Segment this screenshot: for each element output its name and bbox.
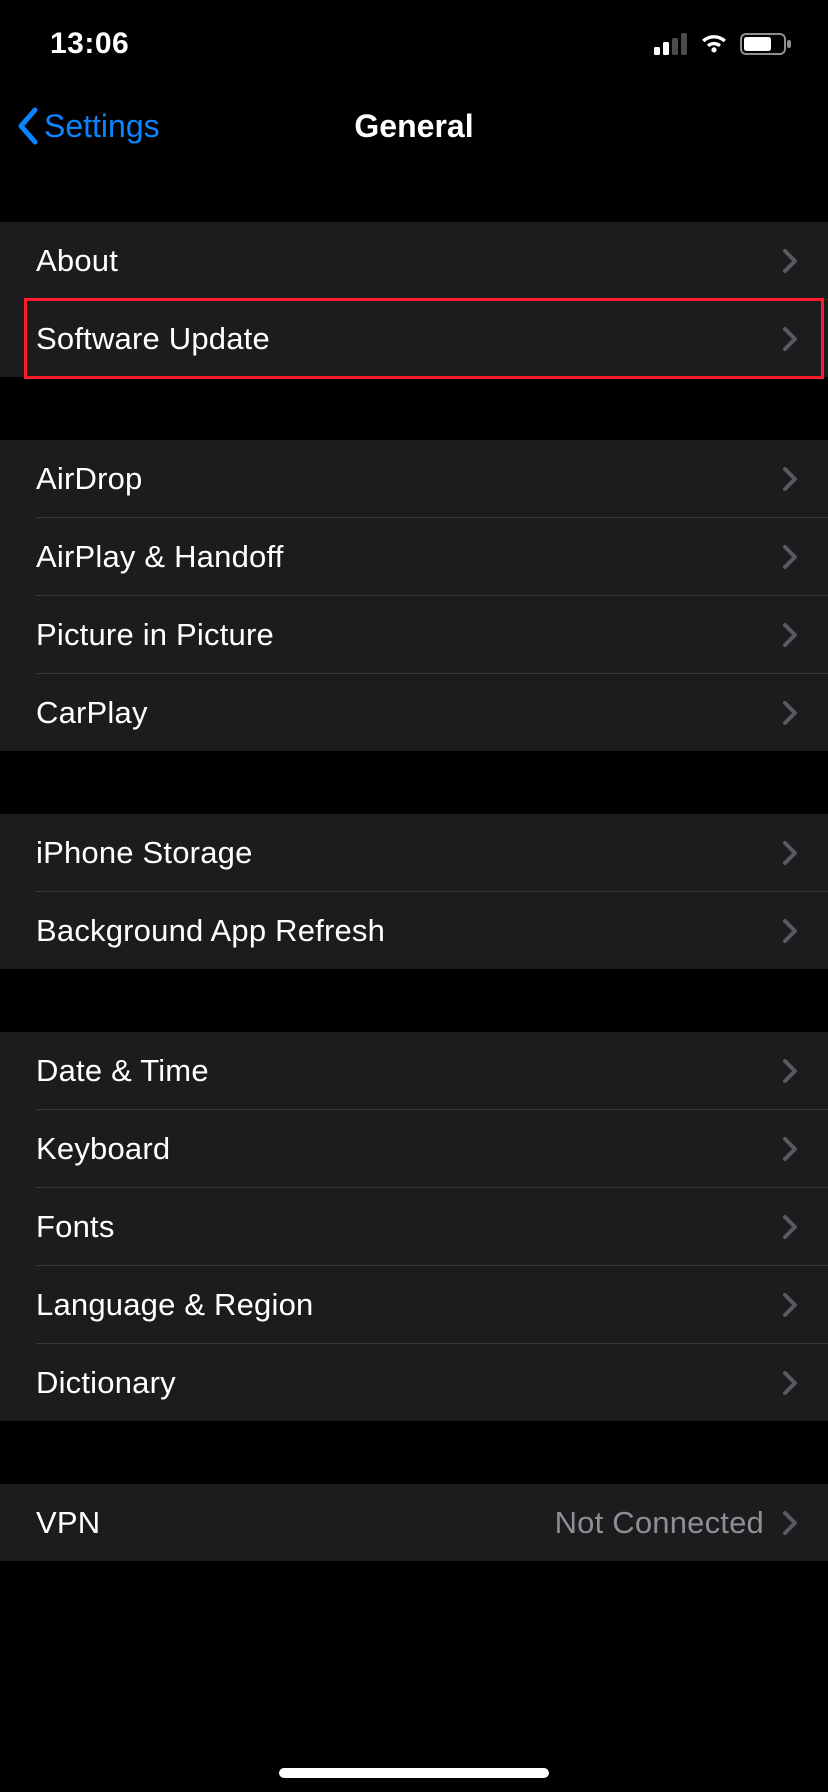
status-right (654, 32, 792, 56)
row-label: iPhone Storage (36, 835, 782, 871)
group-gap (0, 164, 828, 222)
row-label: Picture in Picture (36, 617, 782, 653)
settings-group: About Software Update (0, 222, 828, 377)
row-airplay-handoff[interactable]: AirPlay & Handoff (0, 518, 828, 595)
status-time: 13:06 (50, 27, 129, 61)
row-label: Background App Refresh (36, 913, 782, 949)
chevron-right-icon (782, 1292, 798, 1318)
chevron-right-icon (782, 1214, 798, 1240)
row-background-app-refresh[interactable]: Background App Refresh (0, 892, 828, 969)
row-label: Software Update (36, 321, 782, 357)
row-label: Language & Region (36, 1287, 782, 1323)
chevron-right-icon (782, 1136, 798, 1162)
row-iphone-storage[interactable]: iPhone Storage (0, 814, 828, 891)
battery-icon (740, 32, 792, 56)
row-date-time[interactable]: Date & Time (0, 1032, 828, 1109)
row-label: AirDrop (36, 461, 782, 497)
row-airdrop[interactable]: AirDrop (0, 440, 828, 517)
row-picture-in-picture[interactable]: Picture in Picture (0, 596, 828, 673)
chevron-left-icon (16, 107, 40, 145)
row-vpn[interactable]: VPNNot Connected (0, 1484, 828, 1561)
settings-list[interactable]: About Software Update AirDrop AirPlay & Han… (0, 164, 828, 1792)
chevron-right-icon (782, 326, 798, 352)
group-gap (0, 969, 828, 1032)
row-keyboard[interactable]: Keyboard (0, 1110, 828, 1187)
group-gap (0, 1421, 828, 1484)
status-bar: 13:06 (0, 0, 828, 88)
row-label: AirPlay & Handoff (36, 539, 782, 575)
row-label: Fonts (36, 1209, 782, 1245)
row-carplay[interactable]: CarPlay (0, 674, 828, 751)
row-label: VPN (36, 1505, 555, 1541)
settings-group: iPhone Storage Background App Refresh (0, 814, 828, 969)
settings-group: Date & Time Keyboard Fonts Language & Regio… (0, 1032, 828, 1421)
settings-group: VPNNot Connected (0, 1484, 828, 1561)
row-label: Keyboard (36, 1131, 782, 1167)
cellular-icon (654, 33, 688, 55)
row-label: CarPlay (36, 695, 782, 731)
chevron-right-icon (782, 840, 798, 866)
row-label: Date & Time (36, 1053, 782, 1089)
chevron-right-icon (782, 918, 798, 944)
chevron-right-icon (782, 622, 798, 648)
row-language-region[interactable]: Language & Region (0, 1266, 828, 1343)
group-gap (0, 377, 828, 440)
chevron-right-icon (782, 1058, 798, 1084)
settings-group: AirDrop AirPlay & Handoff Picture in Pictu… (0, 440, 828, 751)
row-fonts[interactable]: Fonts (0, 1188, 828, 1265)
row-value: Not Connected (555, 1505, 764, 1541)
home-indicator[interactable] (279, 1768, 549, 1778)
back-button[interactable]: Settings (16, 107, 160, 145)
chevron-right-icon (782, 544, 798, 570)
nav-bar: Settings General (0, 88, 828, 164)
row-about[interactable]: About (0, 222, 828, 299)
row-label: About (36, 243, 782, 279)
scrollbar[interactable] (818, 164, 824, 1742)
chevron-right-icon (782, 700, 798, 726)
wifi-icon (698, 32, 730, 56)
back-label: Settings (44, 108, 160, 145)
row-software-update[interactable]: Software Update (0, 300, 828, 377)
page-title: General (354, 108, 473, 145)
group-gap (0, 751, 828, 814)
chevron-right-icon (782, 1370, 798, 1396)
row-dictionary[interactable]: Dictionary (0, 1344, 828, 1421)
chevron-right-icon (782, 466, 798, 492)
chevron-right-icon (782, 248, 798, 274)
chevron-right-icon (782, 1510, 798, 1536)
row-label: Dictionary (36, 1365, 782, 1401)
